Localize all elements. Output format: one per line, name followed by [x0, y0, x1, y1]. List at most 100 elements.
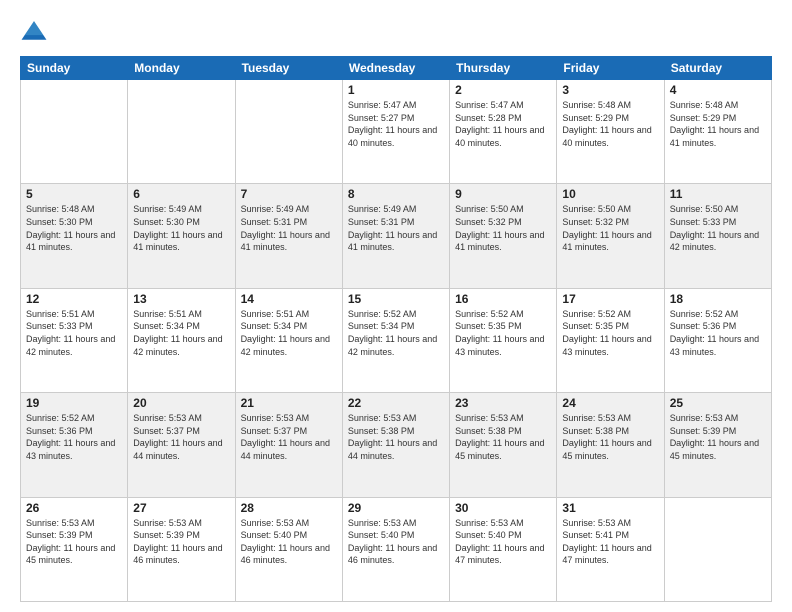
- day-number: 7: [241, 187, 337, 201]
- calendar-day-cell: 9Sunrise: 5:50 AM Sunset: 5:32 PM Daylig…: [450, 184, 557, 288]
- day-number: 22: [348, 396, 444, 410]
- day-info: Sunrise: 5:48 AM Sunset: 5:30 PM Dayligh…: [26, 203, 122, 253]
- day-info: Sunrise: 5:53 AM Sunset: 5:39 PM Dayligh…: [670, 412, 766, 462]
- calendar-header-cell: Monday: [128, 57, 235, 80]
- day-number: 30: [455, 501, 551, 515]
- calendar-day-cell: 11 Sunrise: 5:50 AM Sunset: 5:33 PM Dayli…: [664, 184, 771, 288]
- calendar-week-row: 12 Sunrise: 5:51 AM Sunset: 5:33 PM Dayli…: [21, 288, 772, 392]
- day-info: Sunrise: 5:52 AM Sunset: 5:35 PM Dayligh…: [562, 308, 658, 358]
- day-info: Sunrise: 5:53 AM Sunset: 5:40 PM Dayligh…: [455, 517, 551, 567]
- day-number: 6: [133, 187, 229, 201]
- calendar-day-cell: 2 Sunrise: 5:47 AM Sunset: 5:28 PM Daylig…: [450, 80, 557, 184]
- day-number: 12: [26, 292, 122, 306]
- calendar-week-row: 26 Sunrise: 5:53 AM Sunset: 5:39 PM Dayli…: [21, 497, 772, 601]
- calendar-day-cell: 20Sunrise: 5:53 AM Sunset: 5:37 PM Dayli…: [128, 393, 235, 497]
- logo: [20, 18, 52, 46]
- calendar-header-row: SundayMondayTuesdayWednesdayThursdayFrid…: [21, 57, 772, 80]
- day-info: Sunrise: 5:53 AM Sunset: 5:40 PM Dayligh…: [241, 517, 337, 567]
- calendar-header-cell: Friday: [557, 57, 664, 80]
- day-number: 28: [241, 501, 337, 515]
- day-info: Sunrise: 5:49 AM Sunset: 5:31 PM Dayligh…: [348, 203, 444, 253]
- day-info: Sunrise: 5:53 AM Sunset: 5:38 PM Dayligh…: [455, 412, 551, 462]
- day-info: Sunrise: 5:53 AM Sunset: 5:38 PM Dayligh…: [348, 412, 444, 462]
- day-info: Sunrise: 5:49 AM Sunset: 5:31 PM Dayligh…: [241, 203, 337, 253]
- day-info: Sunrise: 5:53 AM Sunset: 5:41 PM Dayligh…: [562, 517, 658, 567]
- calendar-day-cell: 25 Sunrise: 5:53 AM Sunset: 5:39 PM Dayli…: [664, 393, 771, 497]
- day-info: Sunrise: 5:53 AM Sunset: 5:39 PM Dayligh…: [26, 517, 122, 567]
- calendar-day-cell: 4 Sunrise: 5:48 AM Sunset: 5:29 PM Daylig…: [664, 80, 771, 184]
- day-info: Sunrise: 5:53 AM Sunset: 5:37 PM Dayligh…: [241, 412, 337, 462]
- calendar-day-cell: [21, 80, 128, 184]
- day-info: Sunrise: 5:52 AM Sunset: 5:36 PM Dayligh…: [670, 308, 766, 358]
- header: [20, 18, 772, 46]
- calendar-day-cell: 3Sunrise: 5:48 AM Sunset: 5:29 PM Daylig…: [557, 80, 664, 184]
- day-info: Sunrise: 5:51 AM Sunset: 5:34 PM Dayligh…: [133, 308, 229, 358]
- day-number: 10: [562, 187, 658, 201]
- calendar-week-row: 5 Sunrise: 5:48 AM Sunset: 5:30 PM Daylig…: [21, 184, 772, 288]
- day-info: Sunrise: 5:53 AM Sunset: 5:40 PM Dayligh…: [348, 517, 444, 567]
- day-info: Sunrise: 5:52 AM Sunset: 5:35 PM Dayligh…: [455, 308, 551, 358]
- day-info: Sunrise: 5:49 AM Sunset: 5:30 PM Dayligh…: [133, 203, 229, 253]
- day-number: 26: [26, 501, 122, 515]
- day-number: 29: [348, 501, 444, 515]
- day-number: 13: [133, 292, 229, 306]
- calendar-day-cell: 29 Sunrise: 5:53 AM Sunset: 5:40 PM Dayli…: [342, 497, 449, 601]
- calendar-day-cell: 12 Sunrise: 5:51 AM Sunset: 5:33 PM Dayli…: [21, 288, 128, 392]
- day-number: 8: [348, 187, 444, 201]
- day-info: Sunrise: 5:52 AM Sunset: 5:34 PM Dayligh…: [348, 308, 444, 358]
- day-number: 1: [348, 83, 444, 97]
- day-info: Sunrise: 5:48 AM Sunset: 5:29 PM Dayligh…: [670, 99, 766, 149]
- calendar-day-cell: 31Sunrise: 5:53 AM Sunset: 5:41 PM Dayli…: [557, 497, 664, 601]
- day-info: Sunrise: 5:51 AM Sunset: 5:33 PM Dayligh…: [26, 308, 122, 358]
- day-number: 24: [562, 396, 658, 410]
- calendar-day-cell: 28 Sunrise: 5:53 AM Sunset: 5:40 PM Dayli…: [235, 497, 342, 601]
- calendar-header-cell: Tuesday: [235, 57, 342, 80]
- calendar-day-cell: 21 Sunrise: 5:53 AM Sunset: 5:37 PM Dayli…: [235, 393, 342, 497]
- day-info: Sunrise: 5:50 AM Sunset: 5:32 PM Dayligh…: [562, 203, 658, 253]
- day-info: Sunrise: 5:47 AM Sunset: 5:28 PM Dayligh…: [455, 99, 551, 149]
- calendar-day-cell: 19 Sunrise: 5:52 AM Sunset: 5:36 PM Dayli…: [21, 393, 128, 497]
- day-number: 27: [133, 501, 229, 515]
- day-number: 14: [241, 292, 337, 306]
- day-number: 18: [670, 292, 766, 306]
- calendar-week-row: 1Sunrise: 5:47 AM Sunset: 5:27 PM Daylig…: [21, 80, 772, 184]
- day-number: 15: [348, 292, 444, 306]
- calendar-day-cell: 18 Sunrise: 5:52 AM Sunset: 5:36 PM Dayli…: [664, 288, 771, 392]
- calendar-day-cell: 23 Sunrise: 5:53 AM Sunset: 5:38 PM Dayli…: [450, 393, 557, 497]
- day-number: 17: [562, 292, 658, 306]
- calendar-table: SundayMondayTuesdayWednesdayThursdayFrid…: [20, 56, 772, 602]
- logo-icon: [20, 18, 48, 46]
- calendar-day-cell: 24Sunrise: 5:53 AM Sunset: 5:38 PM Dayli…: [557, 393, 664, 497]
- calendar-day-cell: 1Sunrise: 5:47 AM Sunset: 5:27 PM Daylig…: [342, 80, 449, 184]
- calendar-day-cell: 14 Sunrise: 5:51 AM Sunset: 5:34 PM Dayli…: [235, 288, 342, 392]
- day-number: 4: [670, 83, 766, 97]
- day-info: Sunrise: 5:52 AM Sunset: 5:36 PM Dayligh…: [26, 412, 122, 462]
- calendar-day-cell: 22 Sunrise: 5:53 AM Sunset: 5:38 PM Dayli…: [342, 393, 449, 497]
- calendar-day-cell: [664, 497, 771, 601]
- day-number: 16: [455, 292, 551, 306]
- day-number: 5: [26, 187, 122, 201]
- calendar-header-cell: Wednesday: [342, 57, 449, 80]
- day-number: 23: [455, 396, 551, 410]
- day-number: 20: [133, 396, 229, 410]
- day-number: 19: [26, 396, 122, 410]
- day-number: 2: [455, 83, 551, 97]
- calendar-day-cell: 30 Sunrise: 5:53 AM Sunset: 5:40 PM Dayli…: [450, 497, 557, 601]
- calendar-day-cell: [128, 80, 235, 184]
- day-info: Sunrise: 5:48 AM Sunset: 5:29 PM Dayligh…: [562, 99, 658, 149]
- day-number: 11: [670, 187, 766, 201]
- calendar-day-cell: 15 Sunrise: 5:52 AM Sunset: 5:34 PM Dayli…: [342, 288, 449, 392]
- day-info: Sunrise: 5:53 AM Sunset: 5:39 PM Dayligh…: [133, 517, 229, 567]
- day-info: Sunrise: 5:51 AM Sunset: 5:34 PM Dayligh…: [241, 308, 337, 358]
- calendar-day-cell: 10 Sunrise: 5:50 AM Sunset: 5:32 PM Dayli…: [557, 184, 664, 288]
- day-number: 25: [670, 396, 766, 410]
- calendar-day-cell: 26 Sunrise: 5:53 AM Sunset: 5:39 PM Dayli…: [21, 497, 128, 601]
- calendar-day-cell: 6 Sunrise: 5:49 AM Sunset: 5:30 PM Daylig…: [128, 184, 235, 288]
- calendar-day-cell: [235, 80, 342, 184]
- day-number: 21: [241, 396, 337, 410]
- day-info: Sunrise: 5:50 AM Sunset: 5:32 PM Dayligh…: [455, 203, 551, 253]
- calendar-day-cell: 16 Sunrise: 5:52 AM Sunset: 5:35 PM Dayli…: [450, 288, 557, 392]
- calendar-header-cell: Thursday: [450, 57, 557, 80]
- page: SundayMondayTuesdayWednesdayThursdayFrid…: [0, 0, 792, 612]
- day-info: Sunrise: 5:50 AM Sunset: 5:33 PM Dayligh…: [670, 203, 766, 253]
